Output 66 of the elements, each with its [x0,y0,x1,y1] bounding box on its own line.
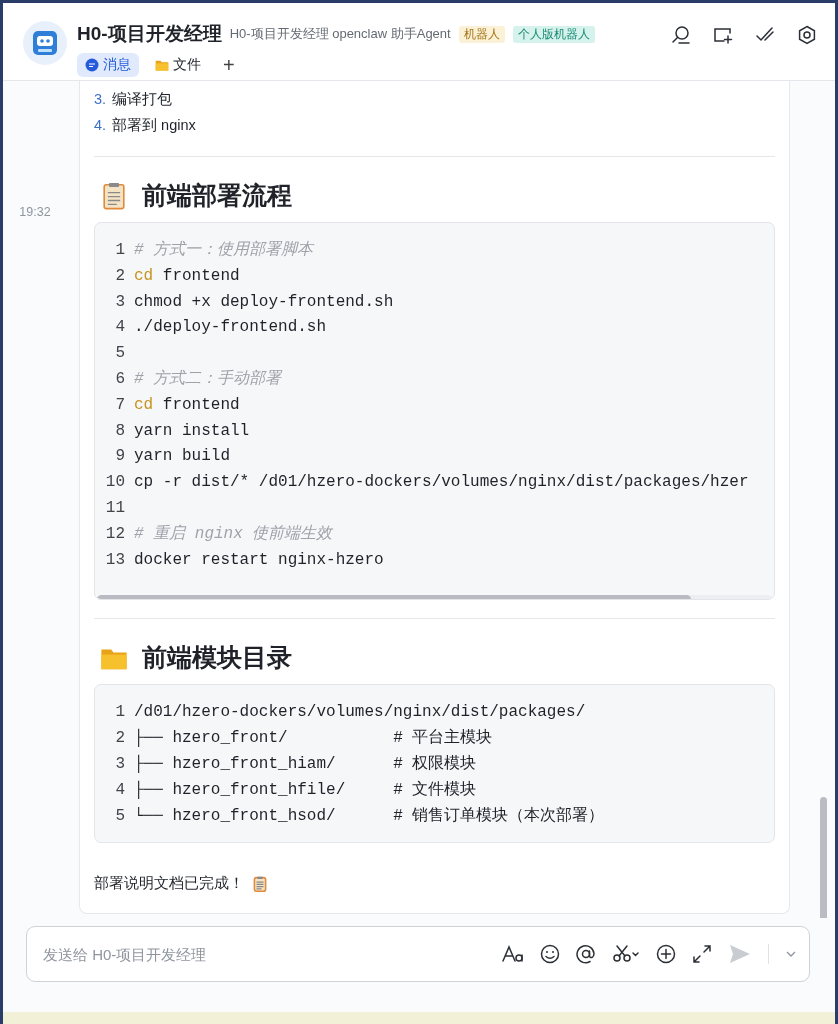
code-line: cp -r dist/* /d01/hzero-dockers/volumes/nginx/dist/packages/hzer [134,472,749,494]
code-line: ├── hzero_front_hiam/ # 权限模块 [134,753,477,775]
clipboard-icon [252,875,268,892]
tag: 机器人 [458,25,505,43]
new-window-icon[interactable] [713,25,733,45]
folder-icon [155,58,169,72]
list-item: 编译打包 [112,90,173,109]
list-item: 部署到 nginx [112,116,196,135]
mention-icon[interactable] [576,944,596,964]
add-tab-button[interactable]: + [217,53,241,77]
code-line: # 方式二：手动部署 [134,368,282,390]
line-number: 9 [114,446,126,468]
scissors-icon[interactable] [612,944,640,964]
list-number: 3. [94,90,107,109]
chat-subtitle: H0-项目开发经理 openclaw 助手Agent [229,25,451,43]
tab[interactable]: 文件 [147,53,209,77]
line-number: 6 [114,369,126,390]
tab[interactable]: 消息 [77,53,139,77]
line-number: 5 [114,343,126,365]
code-line: cd frontend [134,265,240,287]
line-number: 3 [114,291,126,313]
line-number: 4 [114,779,126,801]
code-line: yarn build [134,446,230,468]
code-line: ├── hzero_front_hfile/ # 文件模块 [134,779,477,801]
message-input-field[interactable]: 发送给 H0-项目开发经理 [41,944,486,964]
chevron-down-icon[interactable] [785,949,797,959]
code-line: ├── hzero_front/ # 平台主模块 [134,727,493,750]
line-number: 2 [114,265,126,287]
line-number: 11 [104,497,126,519]
robot-avatar-icon [23,21,67,65]
add-circle-icon[interactable] [656,944,676,964]
code-line: # 方式一：使用部署脚本 [134,239,314,261]
emoji-icon[interactable] [540,944,560,964]
line-number: 1 [114,702,126,724]
code-line: ./deploy-frontend.sh [134,317,327,339]
search-icon[interactable] [671,25,691,45]
section-heading: 前端部署流程 [142,180,292,211]
clipboard-icon [100,181,128,210]
settings-icon[interactable] [797,25,817,45]
chat-bubble-icon [85,58,99,72]
line-number: 8 [114,420,126,442]
expand-icon[interactable] [692,944,712,964]
line-number: 13 [104,549,126,571]
list-number: 4. [94,116,107,135]
line-number: 2 [114,728,126,750]
code-line: yarn install [134,420,250,442]
scrollbar[interactable] [820,797,827,918]
code-line: /d01/hzero-dockers/volumes/nginx/dist/packages/ [134,702,586,724]
font-size-icon[interactable] [502,944,524,964]
line-number: 4 [114,317,126,339]
line-number: 12 [104,523,126,545]
section-heading: 前端模块目录 [142,642,292,674]
chat-title: H0-项目开发经理 [77,22,222,46]
code-line: cd frontend [134,394,240,416]
line-number: 3 [114,753,126,775]
message-time: 19:32 [19,205,51,219]
line-number: 7 [114,394,126,416]
code-line: chmod +x deploy-frontend.sh [134,291,394,313]
tag: 个人版机器人 [512,25,595,43]
code-line: └── hzero_front_hsod/ # 销售订单模块（本次部署） [134,805,605,827]
line-number: 5 [114,805,126,827]
line-number: 1 [114,240,126,261]
message-text: 部署说明文档已完成！ [94,874,244,893]
code-line: docker restart nginx-hzero [134,549,384,571]
code-line: # 重启 nginx 使前端生效 [134,523,333,545]
line-number: 10 [104,472,126,494]
